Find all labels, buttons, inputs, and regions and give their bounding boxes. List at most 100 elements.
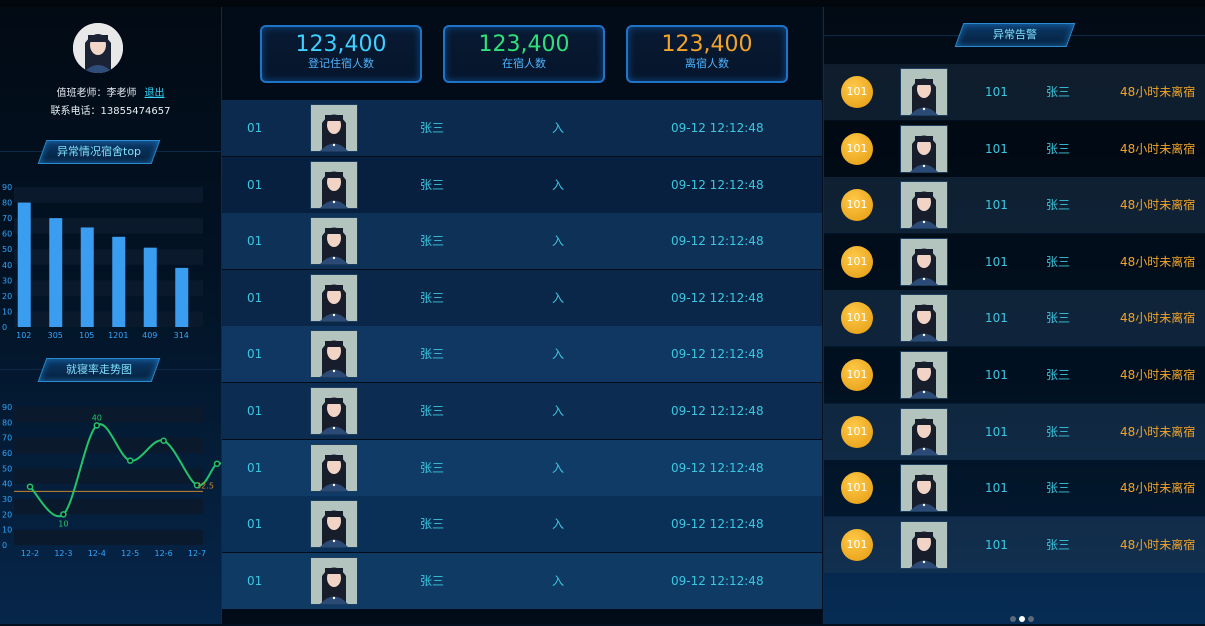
left-panel: 值班老师：李老师 退出 联系电话：13855474657 异常情况宿舍top 01… — [0, 7, 222, 624]
alert-message: 48小时未离宿 — [1120, 254, 1196, 269]
middle-panel: 123,400 登记住宿人数 123,400 在宿人数 123,400 离宿人数… — [222, 7, 822, 624]
alert-name: 张三 — [1046, 85, 1071, 99]
alert-photo — [900, 464, 948, 513]
alert-photo — [900, 124, 948, 173]
record-time: 09-12 12:12:48 — [671, 177, 764, 192]
x-tick-label: 1201 — [108, 331, 128, 340]
x-tick-label: 12-6 — [155, 549, 173, 558]
record-direction: 入 — [552, 121, 565, 135]
logout-link[interactable]: 退出 — [145, 88, 165, 99]
alert-row[interactable]: 101 101 张三 48小时未离宿 — [824, 347, 1205, 403]
record-row[interactable]: 01 张三 入 09-12 12:12:48 — [222, 383, 822, 439]
grid-band — [14, 280, 203, 296]
record-row[interactable]: 01 张三 入 09-12 12:12:48 — [222, 100, 822, 156]
record-photo — [310, 387, 358, 435]
room-badge: 101 — [841, 528, 873, 561]
record-name: 张三 — [420, 347, 445, 362]
pager-dot[interactable] — [1028, 616, 1034, 622]
y-tick-label: 50 — [2, 245, 12, 254]
alert-row[interactable]: 101 101 张三 48小时未离宿 — [824, 177, 1205, 234]
y-tick-label: 10 — [2, 307, 12, 316]
record-row[interactable]: 01 张三 入 09-12 12:12:48 — [222, 326, 822, 383]
alert-message: 48小时未离宿 — [1120, 368, 1196, 382]
record-id: 01 — [247, 517, 263, 532]
record-row[interactable]: 01 张三 入 09-12 12:12:48 — [222, 439, 822, 496]
alert-name: 张三 — [1046, 424, 1071, 439]
alert-row[interactable]: 101 101 张三 48小时未离宿 — [824, 403, 1205, 460]
record-direction: 入 — [552, 460, 565, 475]
line-chart: 0 10 20 30 40 50 60 70 80 90 12-2 12-3 12-4 12-5 12-6 1… — [2, 403, 221, 558]
alert-row[interactable]: 101 101 张三 48小时未离宿 — [824, 516, 1205, 573]
record-id: 01 — [247, 347, 263, 362]
alert-row[interactable]: 101 101 张三 48小时未离宿 — [824, 120, 1205, 177]
record-photo — [310, 556, 358, 605]
bar — [49, 218, 63, 327]
record-row[interactable]: 01 张三 入 09-12 12:12:48 — [222, 156, 822, 213]
stat-registered-label: 登记住宿人数 — [308, 57, 374, 70]
grid-band — [14, 311, 203, 327]
record-direction: 入 — [552, 177, 565, 192]
record-photo — [310, 217, 358, 266]
teacher-info: 值班老师：李老师 退出 — [0, 84, 221, 99]
record-time: 09-12 12:12:48 — [671, 121, 764, 135]
data-label: 40 — [92, 413, 102, 422]
alert-message: 48小时未离宿 — [1120, 198, 1196, 213]
record-name: 张三 — [420, 177, 445, 192]
x-tick-label: 102 — [16, 331, 31, 340]
record-row[interactable]: 01 张三 入 09-12 12:12:48 — [222, 552, 822, 609]
stat-out-dorm-label: 离宿人数 — [685, 57, 729, 70]
record-row[interactable]: 01 张三 入 09-12 12:12:48 — [222, 269, 822, 326]
right-panel: 异常告警 101 101 张三 48小时未离宿 101 101 张三 48小时未离宿 101 10… — [823, 7, 1205, 624]
alert-room: 101 — [985, 198, 1008, 213]
alert-row[interactable]: 101 101 张三 48小时未离宿 — [824, 233, 1205, 290]
y-tick-label: 30 — [2, 495, 12, 504]
data-label: 10 — [58, 519, 68, 528]
record-row[interactable]: 01 张三 入 09-12 12:12:48 — [222, 213, 822, 270]
room-badge: 101 — [841, 132, 873, 165]
alert-row[interactable]: 101 101 张三 48小时未离宿 — [824, 460, 1205, 517]
x-tick-label: 12-3 — [54, 549, 72, 558]
x-tick-label: 12-7 — [188, 549, 206, 558]
record-time: 09-12 12:12:48 — [671, 404, 764, 418]
alert-message: 48小时未离宿 — [1120, 311, 1196, 326]
reference-label: 32.5 — [196, 481, 214, 490]
record-time: 09-12 12:12:48 — [671, 290, 764, 305]
alert-message: 48小时未离宿 — [1120, 141, 1196, 156]
record-name: 张三 — [420, 121, 445, 135]
record-row[interactable]: 01 张三 入 09-12 12:12:48 — [222, 496, 822, 553]
y-tick-label: 80 — [2, 418, 12, 427]
record-direction: 入 — [552, 290, 565, 305]
x-tick-label: 12-5 — [121, 549, 139, 558]
room-badge: 101 — [841, 76, 873, 108]
room-badge: 101 — [841, 302, 873, 335]
room-badge: 101 — [841, 189, 873, 222]
record-time: 09-12 12:12:48 — [671, 517, 764, 532]
y-tick-label: 30 — [2, 276, 12, 285]
pager-dot[interactable] — [1019, 616, 1025, 622]
stat-out-dorm-value: 123,400 — [661, 32, 753, 57]
alert-photo — [900, 351, 948, 399]
alert-row[interactable]: 101 101 张三 48小时未离宿 — [824, 64, 1205, 120]
record-direction: 入 — [552, 347, 565, 362]
record-photo — [310, 273, 358, 322]
alert-name: 张三 — [1046, 481, 1071, 496]
alert-name: 张三 — [1046, 141, 1071, 156]
grid-band — [14, 407, 203, 423]
pager-dot[interactable] — [1010, 616, 1016, 622]
y-tick-label: 0 — [2, 541, 7, 550]
y-tick-label: 80 — [2, 199, 12, 208]
record-time: 09-12 12:12:48 — [671, 347, 764, 362]
record-photo — [310, 500, 358, 549]
y-tick-label: 70 — [2, 214, 12, 223]
alert-photo — [900, 407, 948, 456]
alert-room: 101 — [985, 85, 1008, 99]
record-photo — [310, 330, 358, 379]
alert-row[interactable]: 101 101 张三 48小时未离宿 — [824, 290, 1205, 347]
y-tick-label: 70 — [2, 434, 12, 443]
record-name: 张三 — [420, 573, 445, 588]
record-id: 01 — [247, 290, 263, 305]
y-tick-label: 60 — [2, 449, 12, 458]
alert-message: 48小时未离宿 — [1120, 537, 1196, 552]
stat-in-dorm: 123,400 在宿人数 — [443, 25, 605, 83]
alert-name: 张三 — [1046, 254, 1071, 269]
